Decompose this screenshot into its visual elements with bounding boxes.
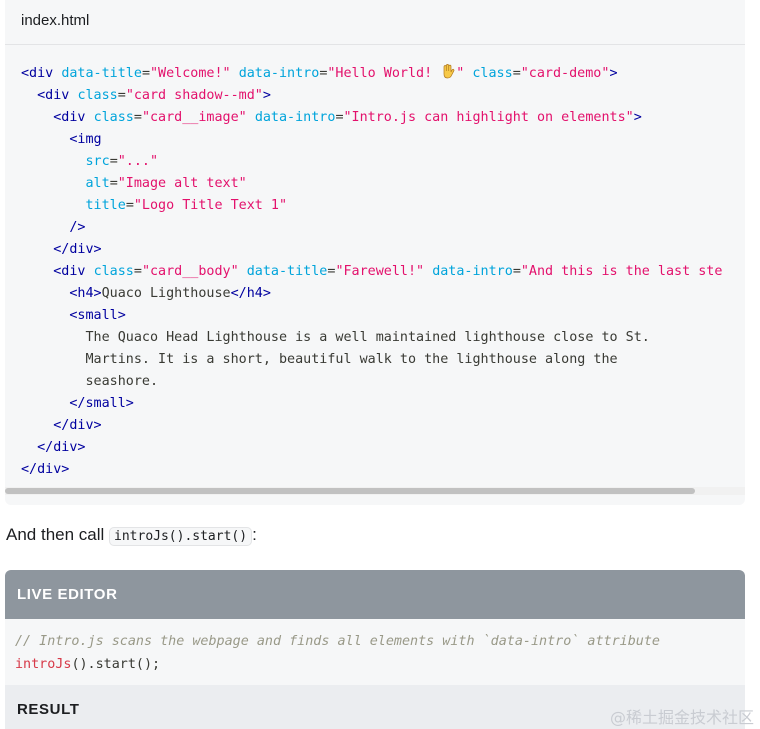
scrollbar-thumb[interactable] xyxy=(5,488,695,494)
code-token: = xyxy=(133,264,142,279)
code-token: <h4> xyxy=(21,286,102,301)
code-token: </div> xyxy=(21,440,86,455)
code-token: <img xyxy=(21,132,102,147)
code-token: Quaco Lighthouse xyxy=(101,286,231,301)
code-token: </h4> xyxy=(230,286,271,301)
code-token: title xyxy=(85,198,126,213)
watermark: @稀土掘金技术社区 xyxy=(609,708,754,727)
instruction-prefix: And then call xyxy=(6,525,110,544)
code-token: "And this is the last ste xyxy=(520,264,723,279)
code-token: <div xyxy=(21,88,78,103)
code-token: "..." xyxy=(117,154,159,169)
code-token: = xyxy=(141,66,150,81)
code-token: "card__body" xyxy=(141,264,239,279)
code-token: "Welcome!" xyxy=(150,66,231,81)
horizontal-scrollbar[interactable] xyxy=(5,487,745,495)
code-token: > xyxy=(633,110,642,125)
code-token: </div> xyxy=(21,242,102,257)
code-token: Martins. It is a short, beautiful walk t… xyxy=(21,352,618,367)
code-token: = xyxy=(133,110,142,125)
code-token: </div> xyxy=(21,462,70,477)
code-token: "Image alt text" xyxy=(117,176,247,191)
code-token: "Intro.js can highlight on elements" xyxy=(343,110,634,125)
code-token: alt xyxy=(85,176,110,191)
code-token: = xyxy=(125,198,134,213)
code-token: data-title xyxy=(246,264,328,279)
code-token: data-intro xyxy=(238,66,320,81)
code-token: class xyxy=(93,264,134,279)
inline-code: introJs().start() xyxy=(109,527,253,546)
editor-function-name: introJs xyxy=(15,657,72,672)
editor-call-rest: ().start(); xyxy=(71,657,161,672)
editor-comment: // Intro.js scans the webpage and finds … xyxy=(15,634,660,649)
code-token: <div xyxy=(21,264,94,279)
code-token: = xyxy=(117,88,126,103)
code-token: "card-demo" xyxy=(520,66,610,81)
code-token: = xyxy=(512,264,521,279)
code-token: > xyxy=(609,66,618,81)
code-token: "Logo Title Text 1" xyxy=(133,198,288,213)
code-token: > xyxy=(262,88,271,103)
code-token: data-intro xyxy=(432,264,513,279)
code-token: = xyxy=(512,66,521,81)
code-token: "card shadow--md" xyxy=(125,88,263,103)
code-token: <div xyxy=(21,110,94,125)
code-token: </div> xyxy=(21,418,102,433)
code-token: src xyxy=(85,154,110,169)
code-token: = xyxy=(335,110,344,125)
live-editor-header: LIVE EDITOR xyxy=(5,570,745,619)
code-block-filename: index.html xyxy=(5,0,745,45)
code-token: "Hello World! xyxy=(327,66,441,81)
code-token: = xyxy=(109,176,118,191)
code-token: /> xyxy=(21,220,86,235)
code-token: class xyxy=(93,110,134,125)
code-token: The Quaco Head Lighthouse is a well main… xyxy=(21,330,650,345)
code-content: <div data-title="Welcome!" data-intro="H… xyxy=(5,45,745,481)
code-token: <div xyxy=(21,66,62,81)
code-token: seashore. xyxy=(21,374,159,389)
code-token: </small> xyxy=(21,396,134,411)
live-editor-body[interactable]: // Intro.js scans the webpage and finds … xyxy=(5,619,745,685)
code-token: <small> xyxy=(21,308,126,323)
code-token: data-intro xyxy=(254,110,336,125)
code-block: index.html <div data-title="Welcome!" da… xyxy=(5,0,745,505)
waving-hand-icon xyxy=(443,64,455,79)
code-scroll-area[interactable]: <div data-title="Welcome!" data-intro="H… xyxy=(5,45,745,495)
code-token: class xyxy=(472,66,513,81)
code-token: data-title xyxy=(61,66,142,81)
instruction-suffix: : xyxy=(252,525,257,544)
code-token: "card__image" xyxy=(141,110,247,125)
instruction-text: And then call introJs().start(): xyxy=(6,525,257,546)
code-token: "Farewell!" xyxy=(335,264,425,279)
code-token: = xyxy=(109,154,118,169)
code-token: class xyxy=(77,88,118,103)
